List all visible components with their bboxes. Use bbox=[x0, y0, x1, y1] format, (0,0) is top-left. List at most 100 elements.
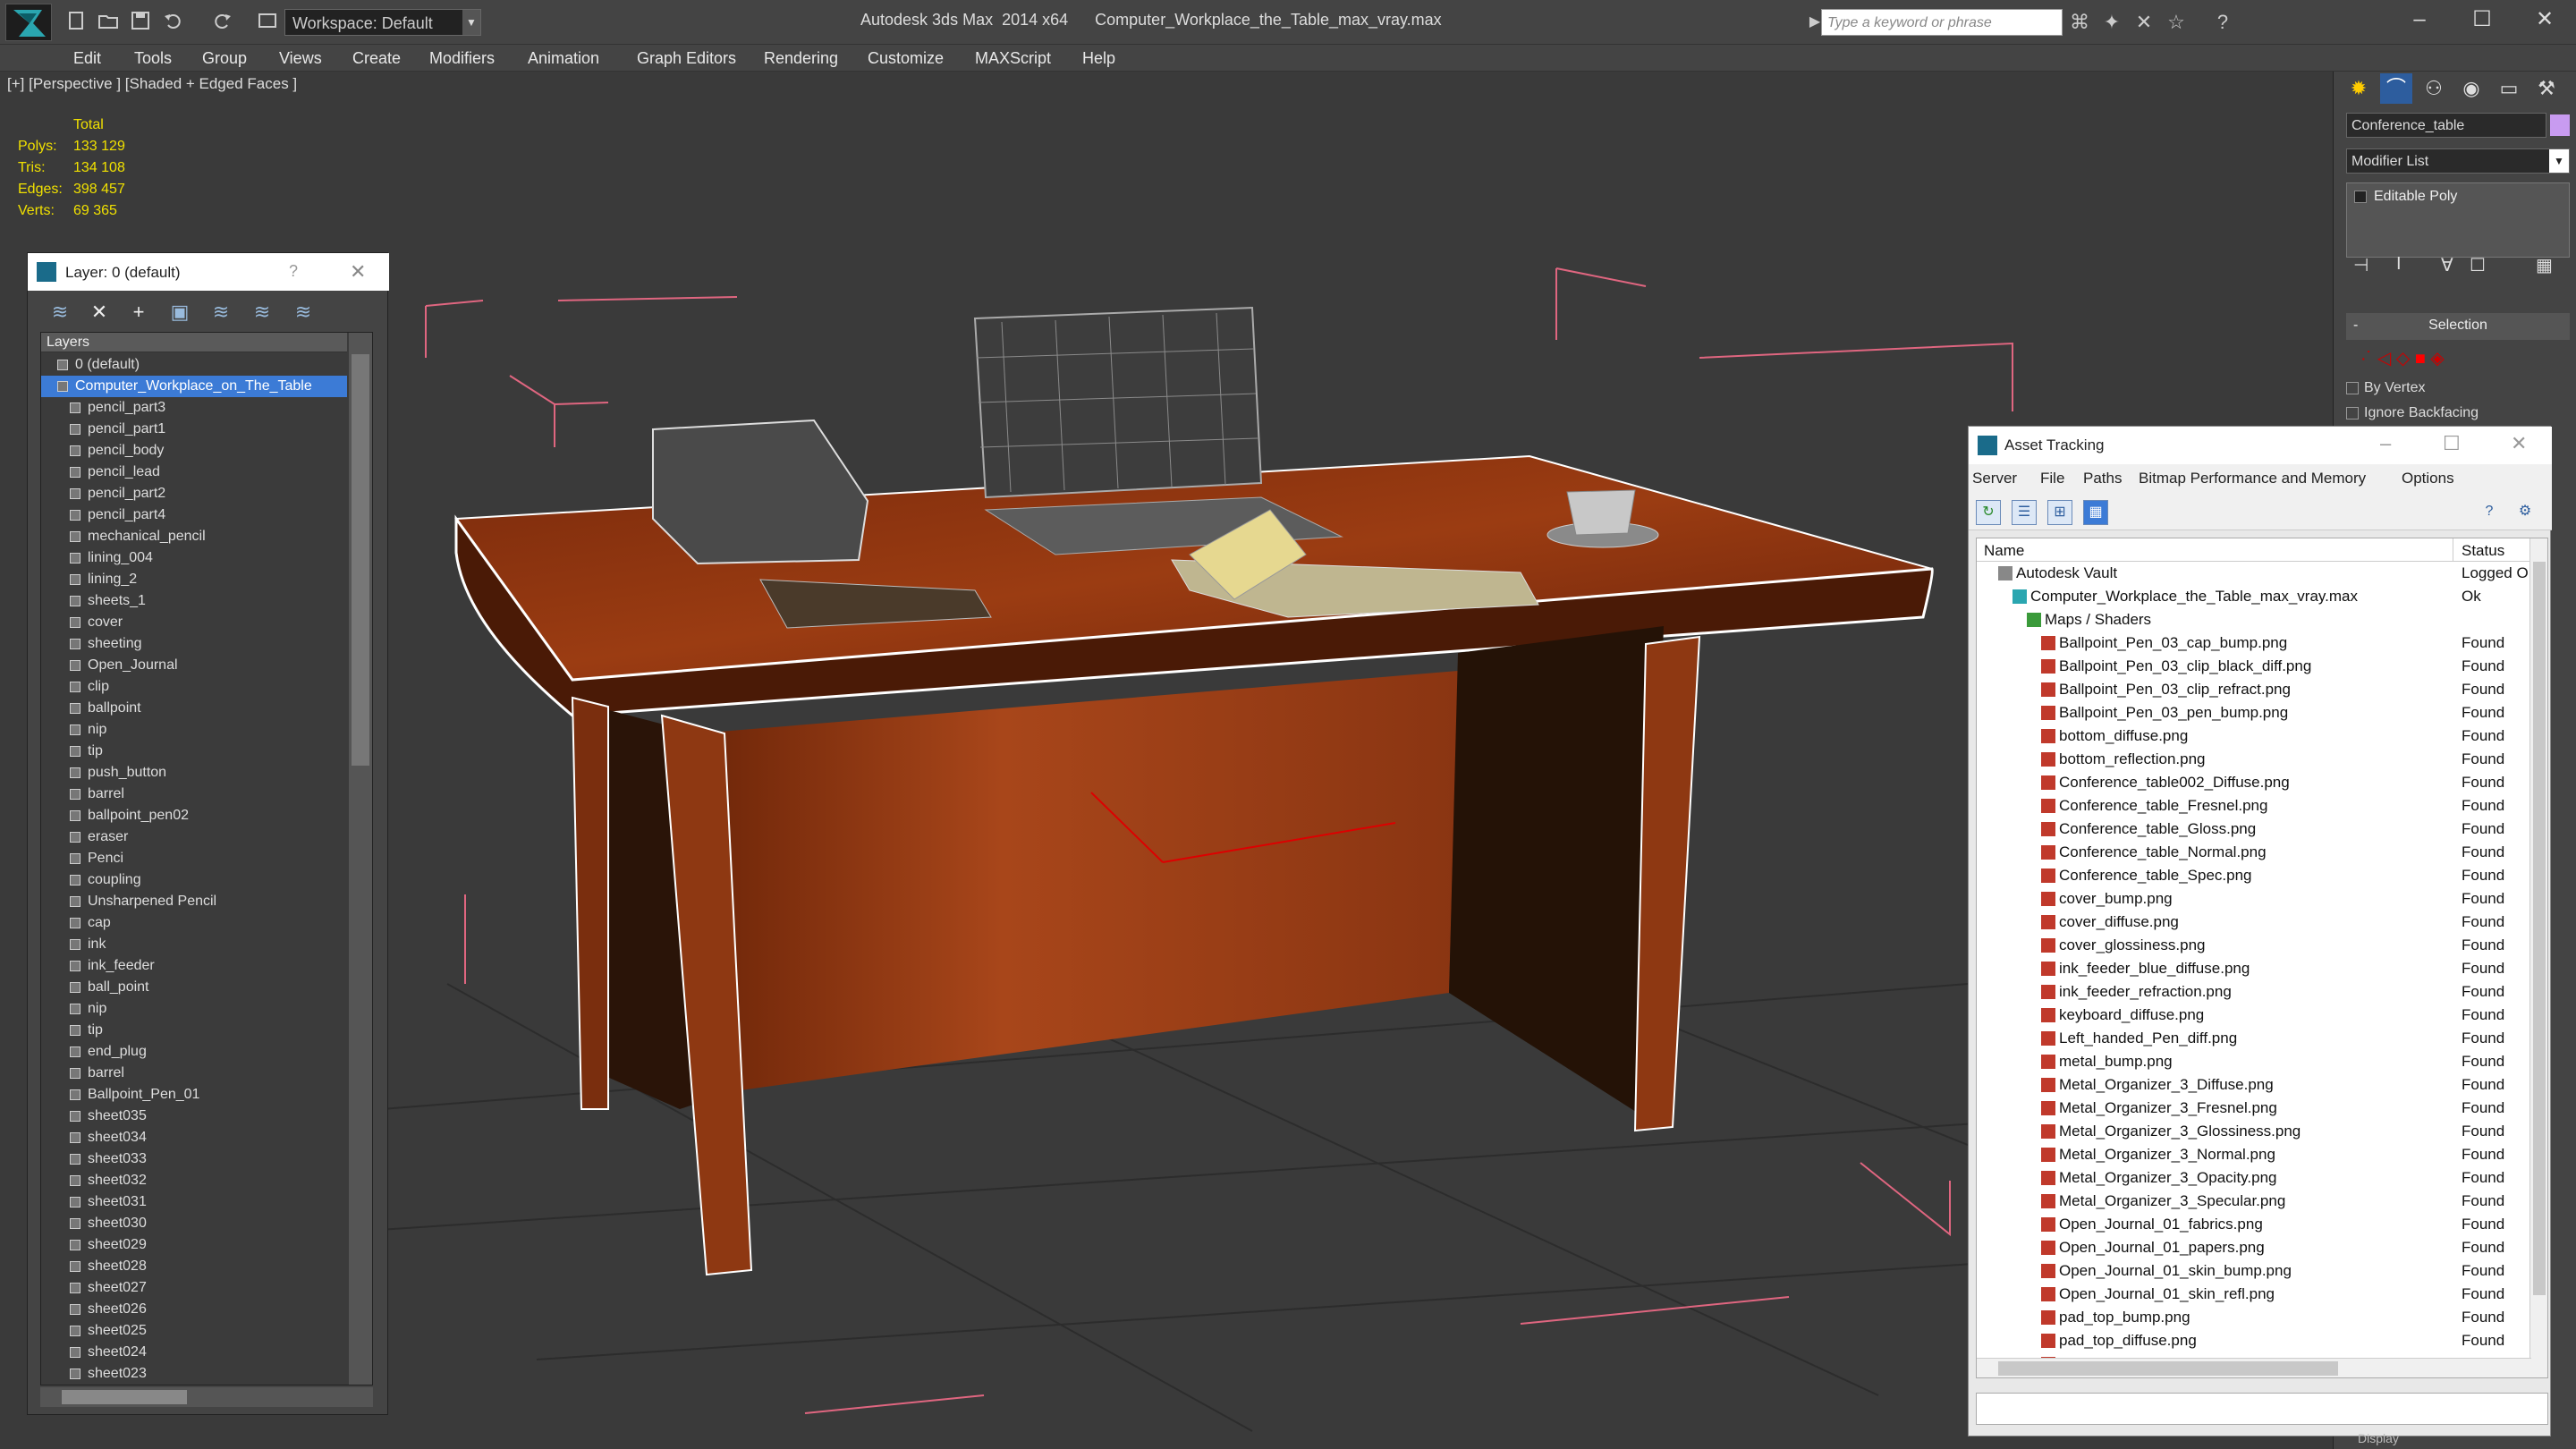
delete-layer-icon[interactable]: ✕ bbox=[87, 300, 112, 325]
asset-row[interactable]: cover_glossiness.png Found bbox=[1977, 934, 2531, 957]
asset-row[interactable]: Metal_Organizer_3_Normal.png Found bbox=[1977, 1143, 2531, 1166]
menu-file[interactable]: File bbox=[2040, 470, 2064, 487]
help-icon[interactable]: ? bbox=[2477, 500, 2502, 525]
layer-row[interactable]: eraser bbox=[41, 826, 347, 848]
create-tab-icon[interactable]: ✹ bbox=[2343, 73, 2375, 104]
scroll-thumb[interactable] bbox=[1998, 1361, 2338, 1376]
maximize-button[interactable]: ☐ bbox=[2443, 432, 2461, 455]
menu-tools[interactable]: Tools bbox=[134, 49, 172, 68]
asset-path-field[interactable] bbox=[1976, 1393, 2548, 1425]
list-view-icon[interactable]: ☰ bbox=[2012, 500, 2037, 525]
asset-tracking-titlebar[interactable]: Asset Tracking – ☐ ✕ bbox=[1969, 427, 2552, 464]
layer-row[interactable]: pencil_part1 bbox=[41, 419, 347, 440]
layers-horizontal-scrollbar[interactable] bbox=[40, 1387, 373, 1407]
maximize-button[interactable]: ☐ bbox=[2451, 2, 2513, 38]
layer-row[interactable]: sheet032 bbox=[41, 1170, 347, 1191]
layer-row[interactable]: coupling bbox=[41, 869, 347, 891]
minimize-button[interactable]: – bbox=[2388, 2, 2451, 38]
asset-row[interactable]: Metal_Organizer_3_Opacity.png Found bbox=[1977, 1166, 2531, 1190]
menu-create[interactable]: Create bbox=[352, 49, 401, 68]
asset-row[interactable]: Open_Journal_01_skin_bump.png Found bbox=[1977, 1259, 2531, 1283]
settings-icon[interactable]: ⚙ bbox=[2512, 500, 2538, 525]
menu-help[interactable]: Help bbox=[1082, 49, 1115, 68]
close-button[interactable]: ✕ bbox=[2513, 2, 2576, 38]
layer-row[interactable]: nip bbox=[41, 998, 347, 1020]
subscription-icon[interactable]: ✦ bbox=[2100, 11, 2123, 34]
asset-row[interactable]: cover_bump.png Found bbox=[1977, 887, 2531, 911]
table-view-icon[interactable]: ▦ bbox=[2083, 500, 2108, 525]
binoculars-icon[interactable]: ⌘ bbox=[2068, 11, 2091, 34]
layer-row[interactable]: ball_point bbox=[41, 977, 347, 998]
asset-row[interactable]: pad_top_bump.png Found bbox=[1977, 1306, 2531, 1329]
layer-row[interactable]: sheet023 bbox=[41, 1363, 347, 1385]
layer-row[interactable]: cap bbox=[41, 912, 347, 934]
menu-customize[interactable]: Customize bbox=[868, 49, 944, 68]
layer-row[interactable]: Open_Journal bbox=[41, 655, 347, 676]
scroll-thumb[interactable] bbox=[352, 354, 369, 766]
expand-toggle-icon[interactable] bbox=[2354, 191, 2367, 203]
help-icon[interactable]: ? bbox=[2211, 11, 2234, 34]
menu-animation[interactable]: Animation bbox=[528, 49, 599, 68]
asset-row[interactable]: Ballpoint_Pen_03_pen_bump.png Found bbox=[1977, 701, 2531, 724]
name-column-header[interactable]: Name bbox=[1984, 542, 2024, 560]
workspace-dropdown[interactable]: Workspace: Default ▼ bbox=[284, 9, 481, 36]
asset-row[interactable]: ink_feeder_blue_diffuse.png Found bbox=[1977, 957, 2531, 980]
asset-horizontal-scrollbar[interactable] bbox=[1977, 1358, 2531, 1377]
status-column-header[interactable]: Status bbox=[2462, 542, 2504, 560]
asset-row[interactable]: bottom_reflection.png Found bbox=[1977, 748, 2531, 771]
layer-row[interactable]: sheet035 bbox=[41, 1106, 347, 1127]
layer-row[interactable]: sheet034 bbox=[41, 1127, 347, 1148]
asset-row[interactable]: Autodesk Vault Logged O bbox=[1977, 562, 2531, 585]
asset-vertical-scrollbar[interactable] bbox=[2529, 538, 2547, 1377]
selection-rollout-header[interactable]: - Selection bbox=[2346, 313, 2570, 340]
menu-paths[interactable]: Paths bbox=[2083, 470, 2122, 487]
object-name-field[interactable]: Conference_table bbox=[2346, 113, 2546, 138]
layer-row[interactable]: push_button bbox=[41, 762, 347, 784]
layer-row[interactable]: pencil_lead bbox=[41, 462, 347, 483]
layer-row[interactable]: sheet029 bbox=[41, 1234, 347, 1256]
open-folder-icon[interactable] bbox=[97, 9, 120, 32]
select-objects-icon[interactable]: ▣ bbox=[167, 300, 192, 325]
help-icon[interactable]: ? bbox=[289, 262, 298, 281]
configure-sets-icon[interactable]: ▦ bbox=[2536, 254, 2553, 276]
menu-views[interactable]: Views bbox=[279, 49, 322, 68]
asset-row[interactable]: Maps / Shaders bbox=[1977, 608, 2531, 631]
close-icon[interactable]: ✕ bbox=[350, 260, 366, 284]
create-layer-icon[interactable]: ≋ bbox=[47, 300, 72, 325]
close-button[interactable]: ✕ bbox=[2511, 432, 2527, 455]
layer-row[interactable]: sheet030 bbox=[41, 1213, 347, 1234]
layer-panel-titlebar[interactable]: Layer: 0 (default) ? ✕ bbox=[28, 253, 389, 291]
layer-row[interactable]: Penci bbox=[41, 848, 347, 869]
menu-group[interactable]: Group bbox=[202, 49, 247, 68]
layer-row[interactable]: Ballpoint_Pen_01 bbox=[41, 1084, 347, 1106]
layer-row[interactable]: Unsharpened Pencil bbox=[41, 891, 347, 912]
scroll-thumb[interactable] bbox=[2533, 562, 2546, 1295]
layer-row[interactable]: tip bbox=[41, 741, 347, 762]
menu-bitmap-performance[interactable]: Bitmap Performance and Memory bbox=[2139, 470, 2366, 487]
menu-options[interactable]: Options bbox=[2402, 470, 2454, 487]
undo-icon[interactable] bbox=[161, 9, 184, 32]
favorites-star-icon[interactable]: ☆ bbox=[2165, 11, 2188, 34]
scroll-thumb[interactable] bbox=[62, 1390, 187, 1404]
asset-row[interactable]: Metal_Organizer_3_Specular.png Found bbox=[1977, 1190, 2531, 1213]
layers-column-header[interactable]: Layers bbox=[41, 333, 347, 352]
layer-row[interactable]: mechanical_pencil bbox=[41, 526, 347, 547]
layer-row[interactable]: sheet025 bbox=[41, 1320, 347, 1342]
layer-row[interactable]: sheet026 bbox=[41, 1299, 347, 1320]
asset-row[interactable]: Computer_Workplace_the_Table_max_vray.ma… bbox=[1977, 585, 2531, 608]
layer-row[interactable]: end_plug bbox=[41, 1041, 347, 1063]
layer-row[interactable]: sheet028 bbox=[41, 1256, 347, 1277]
modify-tab-icon[interactable]: ⌒ bbox=[2380, 73, 2412, 104]
redo-icon[interactable] bbox=[211, 9, 234, 32]
layer-row[interactable]: ballpoint_pen02 bbox=[41, 805, 347, 826]
layer-row[interactable]: pencil_part3 bbox=[41, 397, 347, 419]
menu-edit[interactable]: Edit bbox=[73, 49, 101, 68]
by-vertex-checkbox[interactable]: By Vertex bbox=[2346, 376, 2479, 401]
display-tab-icon[interactable]: ▭ bbox=[2493, 73, 2525, 104]
subobject-level-icons[interactable]: ·˙ ◁ ◇ ■ ◈ bbox=[2360, 347, 2445, 369]
asset-row[interactable]: Conference_table_Fresnel.png Found bbox=[1977, 794, 2531, 818]
refresh-icon[interactable]: ↻ bbox=[1976, 500, 2001, 525]
remove-modifier-icon[interactable]: ☐ bbox=[2470, 254, 2486, 276]
modifier-list-dropdown[interactable]: Modifier List ▼ bbox=[2346, 148, 2570, 174]
asset-row[interactable]: Conference_table_Spec.png Found bbox=[1977, 864, 2531, 887]
